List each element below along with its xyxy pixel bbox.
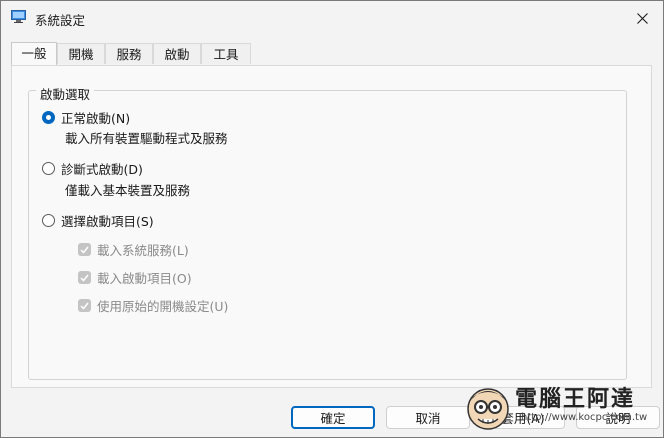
checkmark-icon xyxy=(80,302,89,310)
tab-general[interactable]: 一般 xyxy=(11,42,57,65)
close-icon xyxy=(636,12,648,24)
checkmark-icon xyxy=(80,274,89,282)
normal-startup-option[interactable]: 正常啟動(N) xyxy=(42,108,130,127)
system-config-window: 系統設定 一般 開機 服務 啟動 工具 啟動選取 正常啟動(N) 載入所有裝置驅… xyxy=(0,0,664,438)
radio-unselected[interactable] xyxy=(42,162,55,175)
diagnostic-startup-description: 僅載入基本裝置及服務 xyxy=(65,183,191,198)
general-tab-panel: 啟動選取 正常啟動(N) 載入所有裝置驅動程式及服務 診斷式啟動(D) 僅載入基… xyxy=(11,65,652,388)
tab-services[interactable]: 服務 xyxy=(105,43,153,64)
checkbox-checked-disabled[interactable] xyxy=(78,271,91,284)
diagnostic-startup-label: 診斷式啟動(D) xyxy=(61,162,143,177)
tab-boot[interactable]: 開機 xyxy=(57,43,105,64)
tab-tools[interactable]: 工具 xyxy=(201,43,251,64)
load-startup-items-checkbox[interactable]: 載入啟動項目(O) xyxy=(78,268,192,287)
normal-startup-description: 載入所有裝置驅動程式及服務 xyxy=(65,131,228,146)
close-button[interactable] xyxy=(621,1,663,35)
diagnostic-startup-option[interactable]: 診斷式啟動(D) xyxy=(42,159,143,178)
radio-unselected[interactable] xyxy=(42,214,55,227)
normal-startup-label: 正常啟動(N) xyxy=(61,111,131,126)
load-startup-items-label: 載入啟動項目(O) xyxy=(97,271,192,286)
selective-startup-label: 選擇啟動項目(S) xyxy=(61,214,154,229)
cancel-button[interactable]: 取消 xyxy=(386,406,470,429)
title-bar: 系統設定 xyxy=(1,1,663,35)
checkbox-checked-disabled[interactable] xyxy=(78,299,91,312)
apply-button[interactable]: 套用(A) xyxy=(481,406,565,429)
system-config-icon xyxy=(11,10,26,23)
checkmark-icon xyxy=(80,246,89,254)
use-original-boot-config-checkbox[interactable]: 使用原始的開機設定(U) xyxy=(78,296,228,315)
checkbox-checked-disabled[interactable] xyxy=(78,243,91,256)
help-button[interactable]: 說明 xyxy=(576,406,660,429)
group-title: 啟動選取 xyxy=(36,84,95,103)
load-system-services-checkbox[interactable]: 載入系統服務(L) xyxy=(78,240,189,259)
selective-startup-option[interactable]: 選擇啟動項目(S) xyxy=(42,211,154,230)
radio-selected[interactable] xyxy=(42,111,55,124)
window-title: 系統設定 xyxy=(35,13,86,28)
ok-button[interactable]: 確定 xyxy=(291,406,375,429)
use-original-boot-config-label: 使用原始的開機設定(U) xyxy=(97,299,229,314)
tab-startup[interactable]: 啟動 xyxy=(153,43,201,64)
load-system-services-label: 載入系統服務(L) xyxy=(97,243,189,258)
